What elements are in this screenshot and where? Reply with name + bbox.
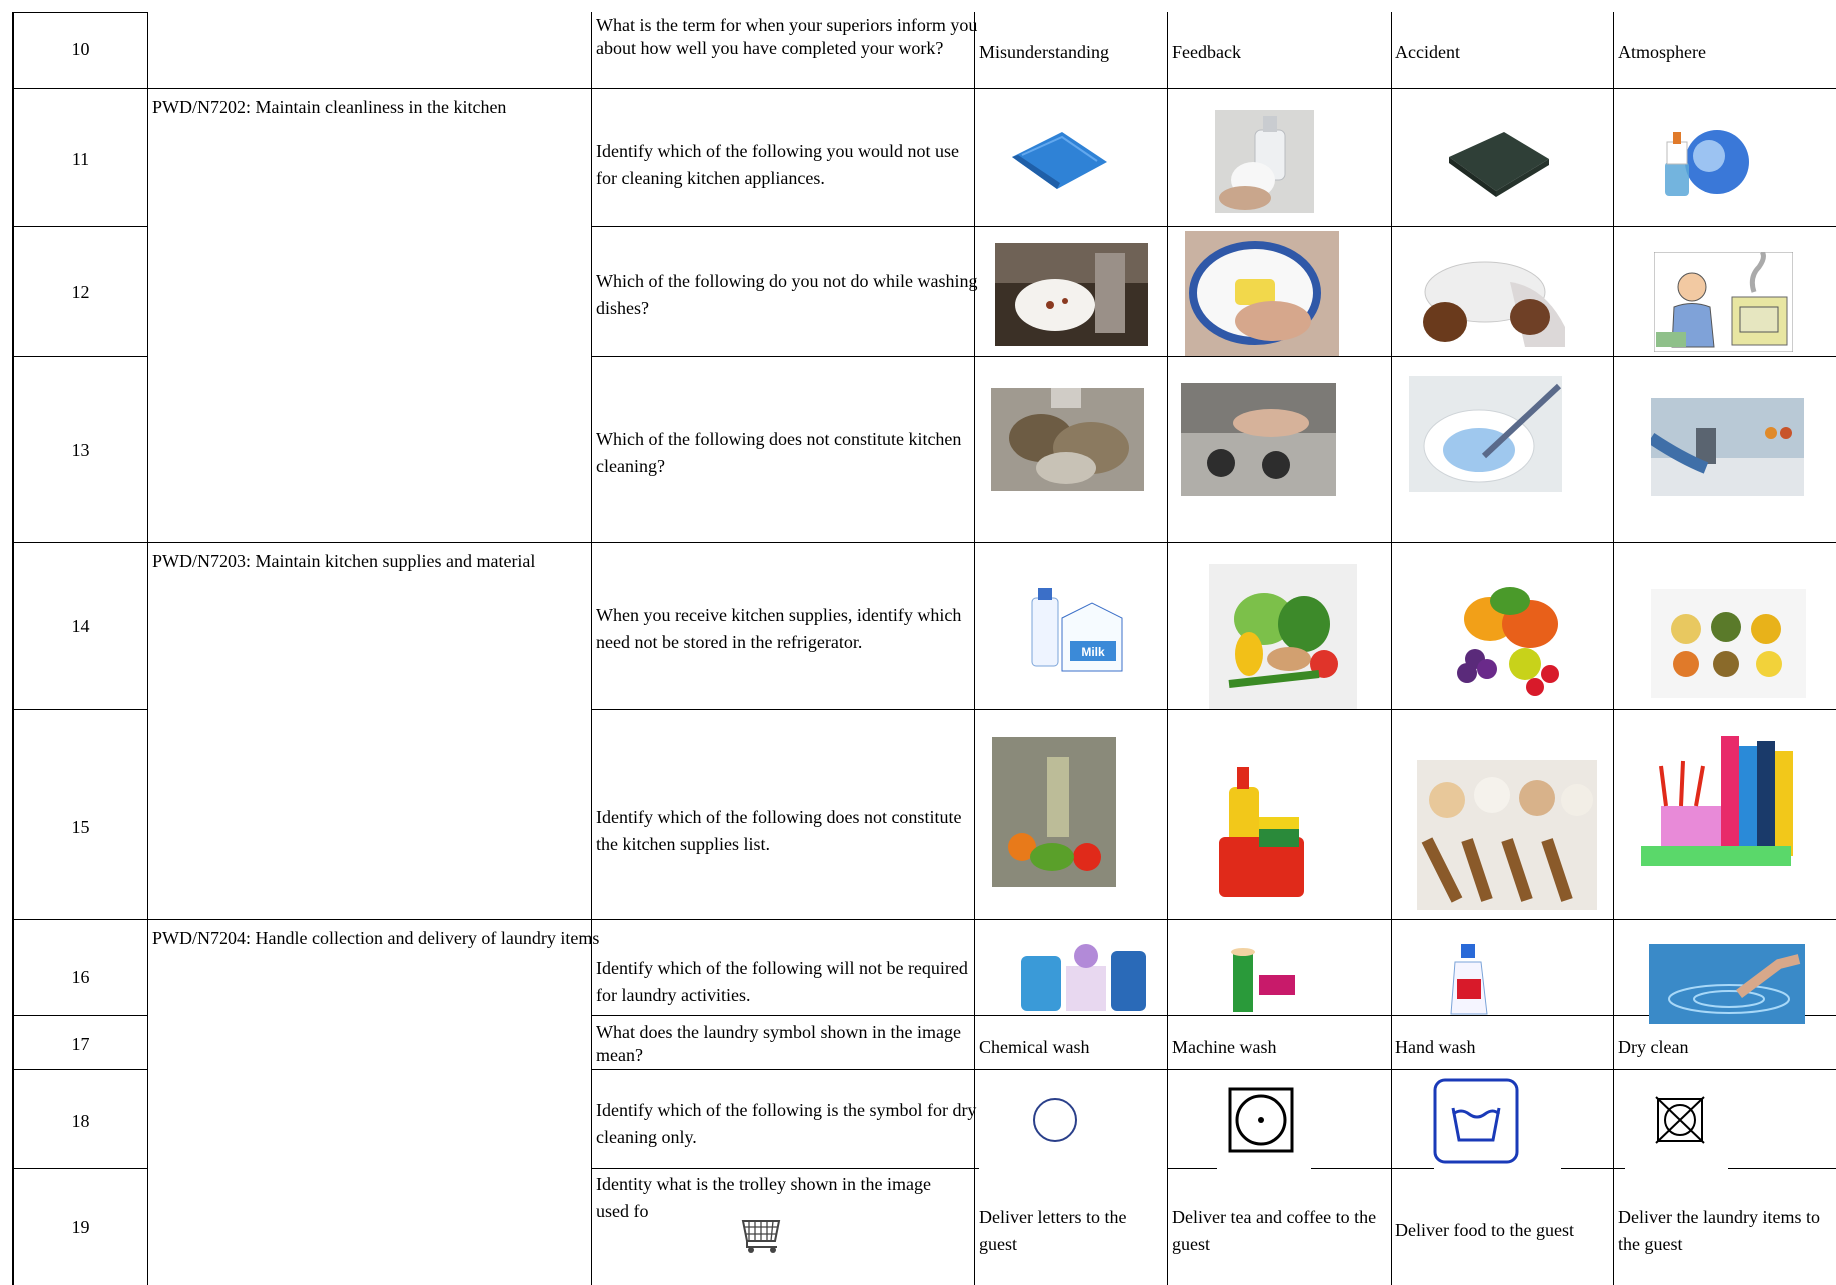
vegetables-oil-icon (992, 737, 1116, 887)
pulses-bowls-icon (1651, 589, 1806, 698)
mosquito-repellent-icon (1665, 130, 1749, 196)
row-line (1561, 1168, 1625, 1169)
option-d: Atmosphere (1618, 42, 1706, 62)
dirty-dishes-sink-icon (991, 388, 1144, 491)
unit-code: PWD/N7202: Maintain cleanliness in the k… (152, 97, 507, 117)
question-number: 14 (71, 616, 90, 636)
soap-foam-hands-icon (1215, 110, 1314, 213)
option-a: Misunderstanding (979, 42, 1109, 62)
table-border-left (12, 12, 14, 1285)
question-number: 16 (71, 967, 90, 987)
col-divider-num (147, 12, 148, 1285)
dish-soap-sponge-icon (1219, 767, 1304, 897)
unit-code: PWD/N7204: Handle collection and deliver… (152, 928, 600, 948)
row-line (592, 1168, 979, 1169)
option-b: Deliver tea and coffee to the guest (1172, 1207, 1377, 1254)
row-line (12, 88, 1836, 89)
row-line (12, 542, 1836, 543)
question-text: Identify which of the following will not… (596, 958, 968, 1005)
spraying-counter-icon (1651, 398, 1804, 496)
option-d: Deliver the laundry items to the guest (1618, 1207, 1820, 1254)
row-line (1311, 1168, 1434, 1169)
option-c: Accident (1395, 42, 1460, 62)
question-text: What does the laundry symbol shown in th… (596, 1022, 961, 1065)
cleaning-toilet-icon (1409, 376, 1562, 492)
vegetables-icon (1209, 564, 1357, 709)
trolley-icon (741, 1220, 781, 1253)
question-number: 13 (71, 440, 90, 460)
option-c: Deliver food to the guest (1395, 1220, 1574, 1240)
question-number: 19 (71, 1217, 90, 1237)
question-number: 11 (71, 149, 90, 169)
row-line (592, 356, 1836, 357)
blue-microfiber-cloth-icon (1012, 132, 1107, 189)
row-line (12, 12, 148, 13)
milk-label: Milk (1081, 645, 1105, 659)
row-line (1167, 1168, 1217, 1169)
row-line (12, 1168, 148, 1169)
milk-cartons-icon: Milk (1031, 588, 1123, 672)
wash-tub-symbol-icon (1433, 1078, 1519, 1164)
col-divider-opt-a (1167, 12, 1168, 1285)
circle-symbol-icon (1033, 1098, 1077, 1142)
sponge-washing-plate-icon (1185, 231, 1339, 356)
option-a: Chemical wash (979, 1037, 1090, 1057)
question-number: 17 (71, 1034, 90, 1054)
row-line (12, 356, 148, 357)
option-d: Dry clean (1618, 1037, 1689, 1057)
fruits-icon (1457, 587, 1559, 696)
row-line (12, 1069, 148, 1070)
grains-flour-icon (1417, 760, 1597, 910)
question-text: Which of the following does not constitu… (596, 429, 962, 476)
row-line (12, 1015, 148, 1016)
option-a: Deliver letters to the guest (979, 1207, 1127, 1254)
question-text: Which of the following do you not do whi… (596, 271, 978, 318)
question-text: Identify which of the following you woul… (596, 141, 959, 188)
question-text: Identify which of the following is the s… (596, 1100, 977, 1147)
stationery-icon (1631, 726, 1801, 884)
option-b: Machine wash (1172, 1037, 1277, 1057)
row-line (12, 709, 148, 710)
col-divider-opt-c (1613, 12, 1614, 1285)
unit-code: PWD/N7203: Maintain kitchen supplies and… (152, 551, 536, 571)
row-line (1728, 1168, 1836, 1169)
person-smoke-stove-icon (1654, 252, 1793, 352)
tumble-dry-symbol-icon (1228, 1087, 1294, 1153)
option-c: Hand wash (1395, 1037, 1476, 1057)
option-b: Feedback (1172, 42, 1241, 62)
question-number: 12 (71, 282, 90, 302)
row-line (12, 226, 148, 227)
cleaning-stove-icon (1181, 383, 1336, 496)
col-divider-opt-b (1391, 12, 1392, 1285)
water-hand-icon (1649, 944, 1805, 1024)
thread-spools-icon (1231, 948, 1295, 1012)
detergent-bottles-icon (1021, 944, 1146, 1011)
question-text: Identify which of the following does not… (596, 807, 962, 854)
question-number: 15 (71, 817, 90, 837)
stacking-plates-icon (1415, 247, 1567, 350)
row-line (592, 1069, 1836, 1070)
green-scrub-pad-icon (1449, 132, 1549, 197)
row-line (592, 226, 1836, 227)
question-number: 10 (71, 39, 90, 59)
question-text: What is the term for when your superiors… (596, 15, 978, 58)
row-line (592, 709, 1836, 710)
col-divider-unit (591, 12, 592, 1285)
do-not-tumble-dry-symbol-icon (1655, 1096, 1705, 1144)
worksheet-table: 10 What is the term for when your superi… (12, 12, 1836, 1285)
scraping-plate-icon (995, 243, 1148, 346)
question-text: When you receive kitchen supplies, ident… (596, 605, 962, 652)
bleach-bottle-icon (1450, 944, 1488, 1015)
row-line (12, 919, 1836, 920)
question-number: 18 (71, 1111, 90, 1131)
